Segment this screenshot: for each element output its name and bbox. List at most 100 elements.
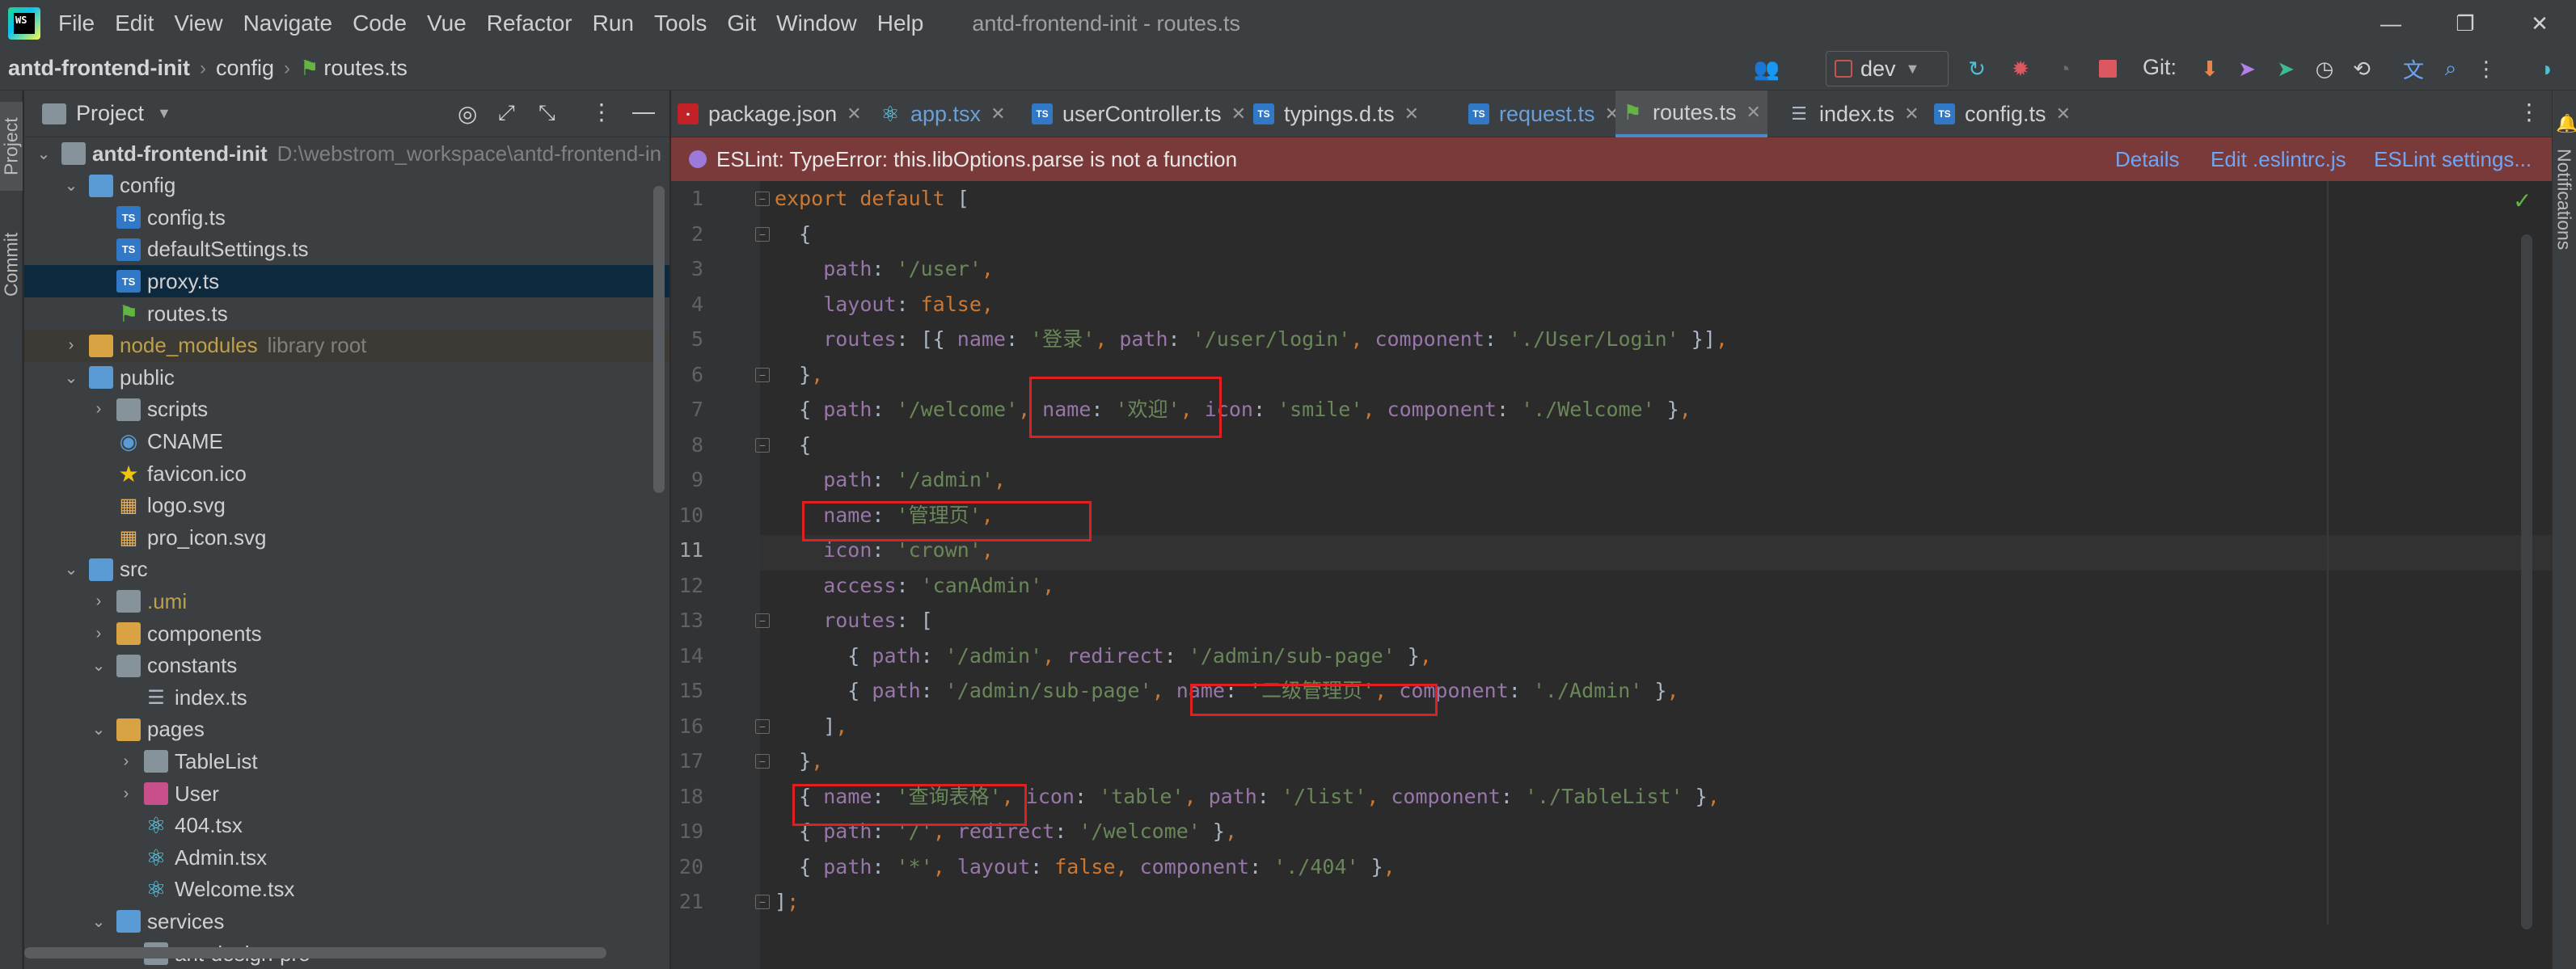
close-tab-icon[interactable]: ✕ [990, 103, 1005, 124]
hide-panel-icon[interactable]: — [632, 99, 655, 124]
fold-marker-icon[interactable]: − [755, 437, 770, 453]
editor-scrollbar[interactable] [2521, 234, 2532, 929]
close-tab-icon[interactable]: ✕ [1746, 102, 1761, 123]
menu-tools[interactable]: Tools [654, 11, 707, 36]
close-tab-icon[interactable]: ✕ [2056, 103, 2071, 124]
tree-item[interactable]: TS config.ts [24, 201, 669, 234]
close-tab-icon[interactable]: ✕ [1904, 103, 1919, 124]
users-icon[interactable]: 👥 [1753, 55, 1780, 82]
chevron-down-icon[interactable]: ▼ [157, 105, 171, 122]
close-tab-icon[interactable]: ✕ [1231, 103, 1246, 124]
tree-item[interactable]: ⚛ Welcome.tsx [24, 874, 669, 906]
tree-item[interactable]: ⌄ pages [24, 714, 669, 746]
chevron-right-icon[interactable]: › [116, 752, 136, 771]
restore-button[interactable]: ❐ [2429, 0, 2502, 47]
tree-item[interactable]: › TableList [24, 745, 669, 777]
fold-marker-icon[interactable]: − [755, 754, 770, 769]
chevron-down-icon[interactable]: ⌄ [61, 175, 81, 196]
menu-view[interactable]: View [174, 11, 222, 36]
tree-item[interactable]: ★ favicon.ico [24, 457, 669, 490]
breadcrumb-folder[interactable]: config [216, 56, 274, 81]
tab-package-json[interactable]: ▪ package.json ✕ [671, 91, 868, 137]
expand-all-icon[interactable]: ⤢ [498, 100, 515, 126]
search-icon[interactable]: ⌕ [2437, 55, 2464, 82]
notifications-tool-tab[interactable]: Notifications [2553, 139, 2575, 260]
menu-refactor[interactable]: Refactor [487, 11, 572, 36]
collapse-all-icon[interactable]: ⤡ [538, 100, 555, 126]
webstorm-logo-icon[interactable]: WS [8, 7, 40, 40]
options-icon[interactable]: ⋮ [590, 99, 613, 125]
menu-code[interactable]: Code [353, 11, 407, 36]
menu-navigate[interactable]: Navigate [243, 11, 333, 36]
tab-options-icon[interactable]: ⋮ [2518, 99, 2540, 125]
commit-tool-tab[interactable]: Commit [0, 220, 23, 309]
notifications-bell-icon[interactable]: 🔔 [2556, 113, 2576, 134]
eslint-settings-link[interactable]: ESLint settings... [2374, 137, 2532, 181]
tree-item[interactable]: › scripts [24, 394, 669, 426]
tab-usercontroller-ts[interactable]: TS userController.ts ✕ [1025, 91, 1252, 137]
menu-file[interactable]: File [58, 11, 95, 36]
tree-item[interactable]: ⌄ antd-frontend-init D:\webstrom_workspace… [24, 137, 669, 170]
history-icon[interactable]: ◷ [2311, 55, 2338, 82]
chevron-down-icon[interactable]: ⌄ [89, 719, 108, 739]
run-config-selector[interactable]: dev ▼ [1826, 51, 1949, 86]
fold-marker-icon[interactable]: − [755, 192, 770, 206]
details-link[interactable]: Details [2115, 137, 2179, 181]
tab-routes-ts[interactable]: ⚑ routes.ts ✕ [1615, 91, 1767, 137]
chevron-down-icon[interactable]: ⌄ [89, 655, 108, 676]
project-horizontal-scrollbar[interactable] [24, 947, 606, 958]
tree-item[interactable]: ☰ index.ts [24, 681, 669, 714]
git-push-icon[interactable]: ➤ [2272, 55, 2299, 82]
menu-edit[interactable]: Edit [115, 11, 154, 36]
chevron-right-icon[interactable]: › [116, 785, 136, 803]
tree-item[interactable]: ⚛ Admin.tsx [24, 841, 669, 874]
chevron-down-icon[interactable]: ⌄ [89, 912, 108, 932]
fold-marker-icon[interactable]: − [755, 718, 770, 734]
fold-marker-icon[interactable]: − [755, 895, 770, 909]
minimize-button[interactable]: — [2354, 0, 2427, 47]
rerun-icon[interactable]: ↻ [1963, 55, 1991, 82]
chevron-down-icon[interactable]: ⌄ [61, 559, 81, 579]
chevron-down-icon[interactable]: ⌄ [61, 368, 81, 388]
locate-icon[interactable]: ◎ [458, 100, 477, 127]
tree-item[interactable]: ⌄ src [24, 554, 669, 586]
git-update-icon[interactable]: ⬇ [2196, 55, 2223, 82]
tree-item[interactable]: ⌄ constants [24, 650, 669, 682]
profile-icon[interactable]: ◔ [2050, 55, 2078, 82]
tree-item[interactable]: ◉ CNAME [24, 425, 669, 457]
close-tab-icon[interactable]: ✕ [1404, 103, 1419, 124]
project-panel-title[interactable]: Project [76, 101, 144, 126]
edit-eslintrc-link[interactable]: Edit .eslintrc.js [2211, 137, 2346, 181]
git-commit-icon[interactable]: ➤ [2233, 55, 2261, 82]
breadcrumb-file[interactable]: routes.ts [323, 56, 408, 81]
close-button[interactable]: ✕ [2503, 0, 2576, 47]
project-tool-tab[interactable]: Project [0, 102, 23, 191]
tree-item[interactable]: TS proxy.ts [24, 265, 669, 298]
tree-item[interactable]: ▦ logo.svg [24, 490, 669, 522]
tree-item[interactable]: ⚑ routes.ts [24, 297, 669, 330]
fold-marker-icon[interactable]: − [755, 613, 770, 628]
menu-run[interactable]: Run [593, 11, 634, 36]
debug-icon[interactable]: ✹ [2007, 55, 2034, 82]
tree-item[interactable]: ▦ pro_icon.svg [24, 521, 669, 554]
tree-item[interactable]: › .umi [24, 585, 669, 617]
chevron-right-icon[interactable]: › [89, 592, 108, 611]
tab-typings-d-ts[interactable]: TS typings.d.ts ✕ [1247, 91, 1425, 137]
tab-request-ts[interactable]: TS request.ts ✕ [1462, 91, 1626, 137]
tree-item[interactable]: › components [24, 617, 669, 650]
tab-app-tsx[interactable]: ⚛ app.tsx ✕ [873, 91, 1012, 137]
close-tab-icon[interactable]: ✕ [847, 103, 861, 124]
menu-vue[interactable]: Vue [427, 11, 467, 36]
tab-config-ts[interactable]: TS config.ts ✕ [1928, 91, 2077, 137]
tree-item[interactable]: TS defaultSettings.ts [24, 234, 669, 266]
tree-item[interactable]: › node_modules library root [24, 329, 669, 362]
fold-marker-icon[interactable]: − [755, 367, 770, 382]
tab-index-ts[interactable]: ☰ index.ts ✕ [1782, 91, 1926, 137]
breadcrumb-project[interactable]: antd-frontend-init [8, 56, 190, 81]
fold-marker-icon[interactable]: − [755, 226, 770, 242]
menu-help[interactable]: Help [877, 11, 924, 36]
tree-item[interactable]: › User [24, 777, 669, 810]
menu-window[interactable]: Window [776, 11, 857, 36]
chevron-right-icon[interactable]: › [61, 336, 81, 355]
tree-item[interactable]: ⌄ services [24, 905, 669, 937]
